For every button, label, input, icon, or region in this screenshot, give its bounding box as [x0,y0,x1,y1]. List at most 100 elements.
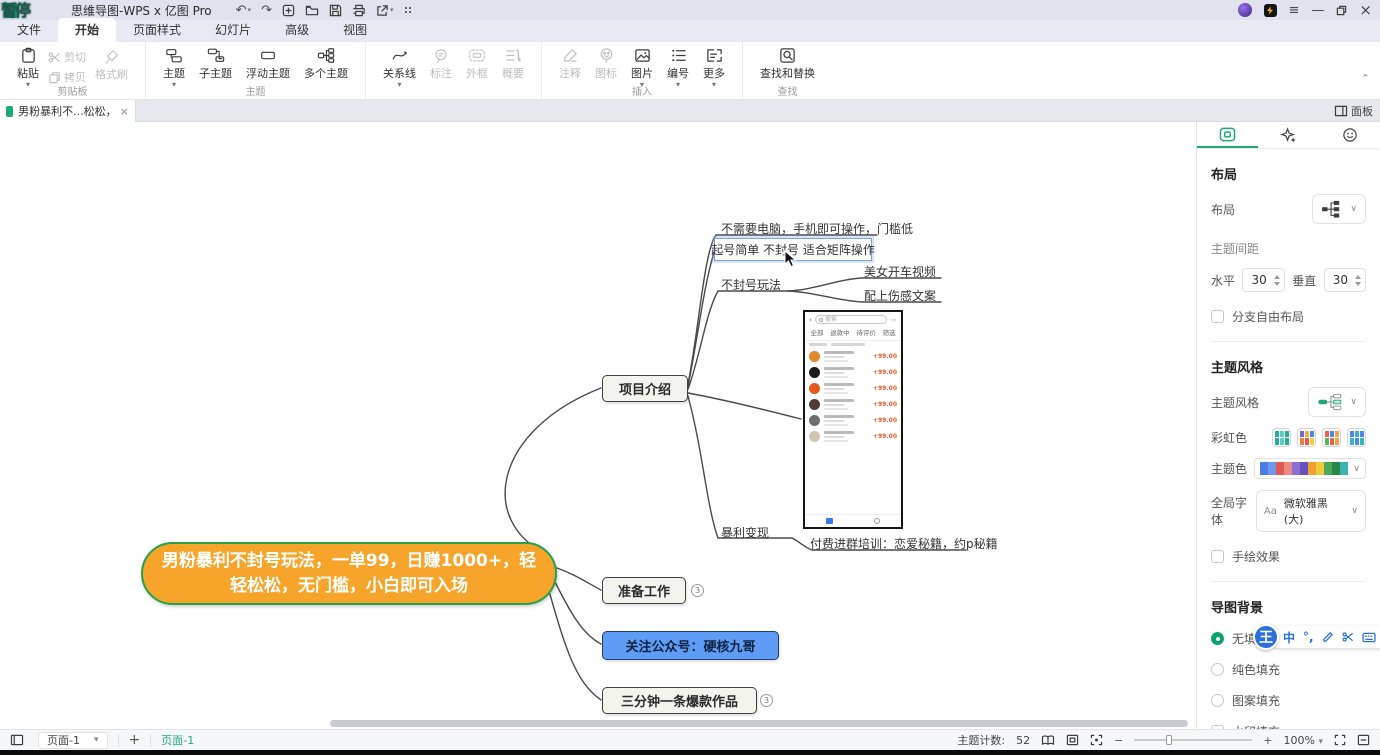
layout-dropdown[interactable]: ∨ [1312,194,1366,224]
rainbow-color-swatch[interactable] [1272,428,1291,447]
free-branch-layout-checkbox[interactable]: 分支自由布局 [1211,308,1366,325]
restore-button[interactable] [1336,5,1347,16]
subtopic-monetize[interactable]: 暴利变现 [721,524,769,541]
zoom-out-button[interactable]: − [1114,734,1123,747]
branch-project-intro[interactable]: 项目介绍 [602,375,688,402]
find-replace-button[interactable]: 查找和替换 [753,47,822,81]
page-tab[interactable]: 页面-1 ▾ [38,732,108,749]
document-tab-close-icon[interactable]: × [120,105,129,118]
ime-logo[interactable]: 王 [1253,624,1279,650]
ime-punctuation-icon[interactable]: °, [1303,630,1314,644]
floating-topic-button[interactable]: 浮动主题 [239,47,297,81]
ime-mode-chinese[interactable]: 中 [1283,629,1295,646]
menu-tab-home[interactable]: 开始 [58,18,116,42]
sidebar-tab-style[interactable] [1197,122,1258,148]
bg-pattern-radio[interactable]: 图案填充 [1211,692,1366,709]
central-topic[interactable]: 男粉暴利不封号玩法，一单99，日赚1000+，轻轻松松，无门槛，小白即可入场 [141,542,557,605]
subtopic-button[interactable]: 子主题 [192,47,239,81]
ime-pen-icon[interactable] [1322,631,1334,643]
subtopic-beauty-video[interactable]: 美女开车视频 [864,263,936,280]
hand-drawn-checkbox[interactable]: 手绘效果 [1211,548,1366,565]
collapse-statusbar-icon[interactable] [1357,734,1370,746]
ime-keyboard-icon[interactable] [1362,632,1376,643]
global-font-dropdown[interactable]: Aa 微软雅黑 (大) ∨ [1256,490,1366,532]
undo-button[interactable]: ↶▾ [236,3,251,18]
document-tab[interactable]: 男粉暴利不...松松，无门 × [0,100,136,122]
menu-tab-file[interactable]: 文件 [0,18,58,42]
rainbow-color-swatch[interactable] [1297,428,1316,447]
redo-button[interactable]: ↷ [261,3,272,18]
open-file-button[interactable] [305,4,319,17]
collapsed-count-badge[interactable]: 3 [691,584,704,597]
callout-button[interactable]: 标注 [423,47,459,81]
zoom-level-dropdown[interactable]: 100% ▾ [1284,734,1323,747]
theme-style-section-header: 主题风格 [1211,357,1366,376]
minimize-button[interactable]: — [1311,4,1324,17]
branch-official-account[interactable]: 关注公众号：硬核九哥 [602,631,779,660]
sidebar-tab-ai[interactable] [1258,122,1319,148]
branch-viral-works[interactable]: 三分钟一条爆款作品 [602,687,757,714]
share-button[interactable]: ▾ [376,4,394,17]
menu-tab-page-style[interactable]: 页面样式 [116,18,198,42]
horizontal-spacing-stepper[interactable]: 30 [1242,268,1284,292]
bg-solid-radio[interactable]: 纯色填充 [1211,661,1366,678]
subtopic-no-ban[interactable]: 不封号玩法 [721,276,781,293]
rainbow-color-swatch[interactable] [1322,428,1341,447]
paste-button[interactable]: 粘贴▾ [10,47,46,87]
theme-style-dropdown[interactable]: ∨ [1308,387,1366,417]
panel-toggle-button[interactable]: 面板 [1332,100,1380,122]
outline-view-icon[interactable] [1041,735,1055,746]
format-painter-button[interactable]: 格式刷 [88,49,135,82]
boundary-button[interactable]: 外框 [459,47,495,81]
fit-window-icon[interactable] [1066,734,1079,746]
icon-marker-button[interactable]: 图标 [588,47,624,81]
menu-tab-slides[interactable]: 幻灯片 [198,18,268,42]
rainbow-color-swatch[interactable] [1347,428,1366,447]
zoom-slider[interactable] [1134,739,1252,741]
vertical-spacing-stepper[interactable]: 30 [1324,268,1366,292]
zoom-slider-thumb[interactable] [1166,735,1172,745]
add-page-button[interactable]: + [129,732,141,748]
fullscreen-icon[interactable] [1334,734,1346,746]
pages-panel-icon[interactable] [10,734,24,746]
note-button[interactable]: 注释 [552,47,588,81]
numbering-button[interactable]: 编号▾ [660,47,696,87]
mindmap-canvas[interactable]: 男粉暴利不封号玩法，一单99，日赚1000+，轻轻松松，无门槛，小白即可入场 项… [0,122,1196,729]
multiple-topics-button[interactable]: 多个主题 [297,47,355,81]
zoom-in-button[interactable]: + [1263,734,1272,747]
order-screenshot-image[interactable]: ‹ 搜索 ⋯ 全部退款中待评价筛选 +99.00 +99.00 [803,310,903,529]
order-row: +99.00 [805,428,901,444]
collapse-ribbon-icon[interactable]: ⌃ [1361,72,1370,85]
close-button[interactable]: × [1359,3,1372,18]
ime-scissors-icon[interactable] [1342,631,1354,643]
menu-tab-view[interactable]: 视图 [326,18,384,42]
radio-selected-icon [1211,632,1224,645]
branch-preparation[interactable]: 准备工作 [602,577,686,604]
member-flash-icon[interactable] [1264,4,1277,17]
group-label-topic: 主题 [146,83,365,98]
horizontal-scrollbar[interactable] [330,720,1188,727]
subtopic-sad-caption[interactable]: 配上伤感文案 [864,287,936,304]
user-avatar[interactable] [1238,3,1252,17]
subtopic-paid-group[interactable]: 付费进群培训：恋爱秘籍，约p秘籍 [810,535,998,552]
picture-button[interactable]: 图片▾ [624,47,660,87]
theme-color-dropdown[interactable]: ∨ [1254,458,1366,479]
theme-style-preview-icon [1317,393,1343,411]
menu-tab-advanced[interactable]: 高级 [268,18,326,42]
save-button[interactable] [329,4,342,17]
menu-hamburger-icon[interactable]: ≡ [1289,4,1300,17]
cut-button[interactable]: 剪切 [48,49,86,65]
relationship-button[interactable]: 关系线▾ [376,47,423,87]
color-cell [1292,462,1300,475]
more-quick-access-icon[interactable] [403,5,413,15]
center-map-icon[interactable] [1090,734,1103,746]
more-insert-button[interactable]: 更多▾ [696,47,732,87]
collapsed-count-badge[interactable]: 3 [760,694,773,707]
print-button[interactable] [352,4,366,17]
summary-button[interactable]: 概要 [495,47,531,81]
topic-button[interactable]: 主题▾ [156,47,192,87]
sidebar-tab-emoji[interactable] [1319,122,1380,148]
active-page-name[interactable]: 页面-1 [161,732,194,748]
new-file-button[interactable] [282,4,295,17]
subtopic-no-pc[interactable]: 不需要电脑，手机即可操作，门槛低 [721,220,913,237]
